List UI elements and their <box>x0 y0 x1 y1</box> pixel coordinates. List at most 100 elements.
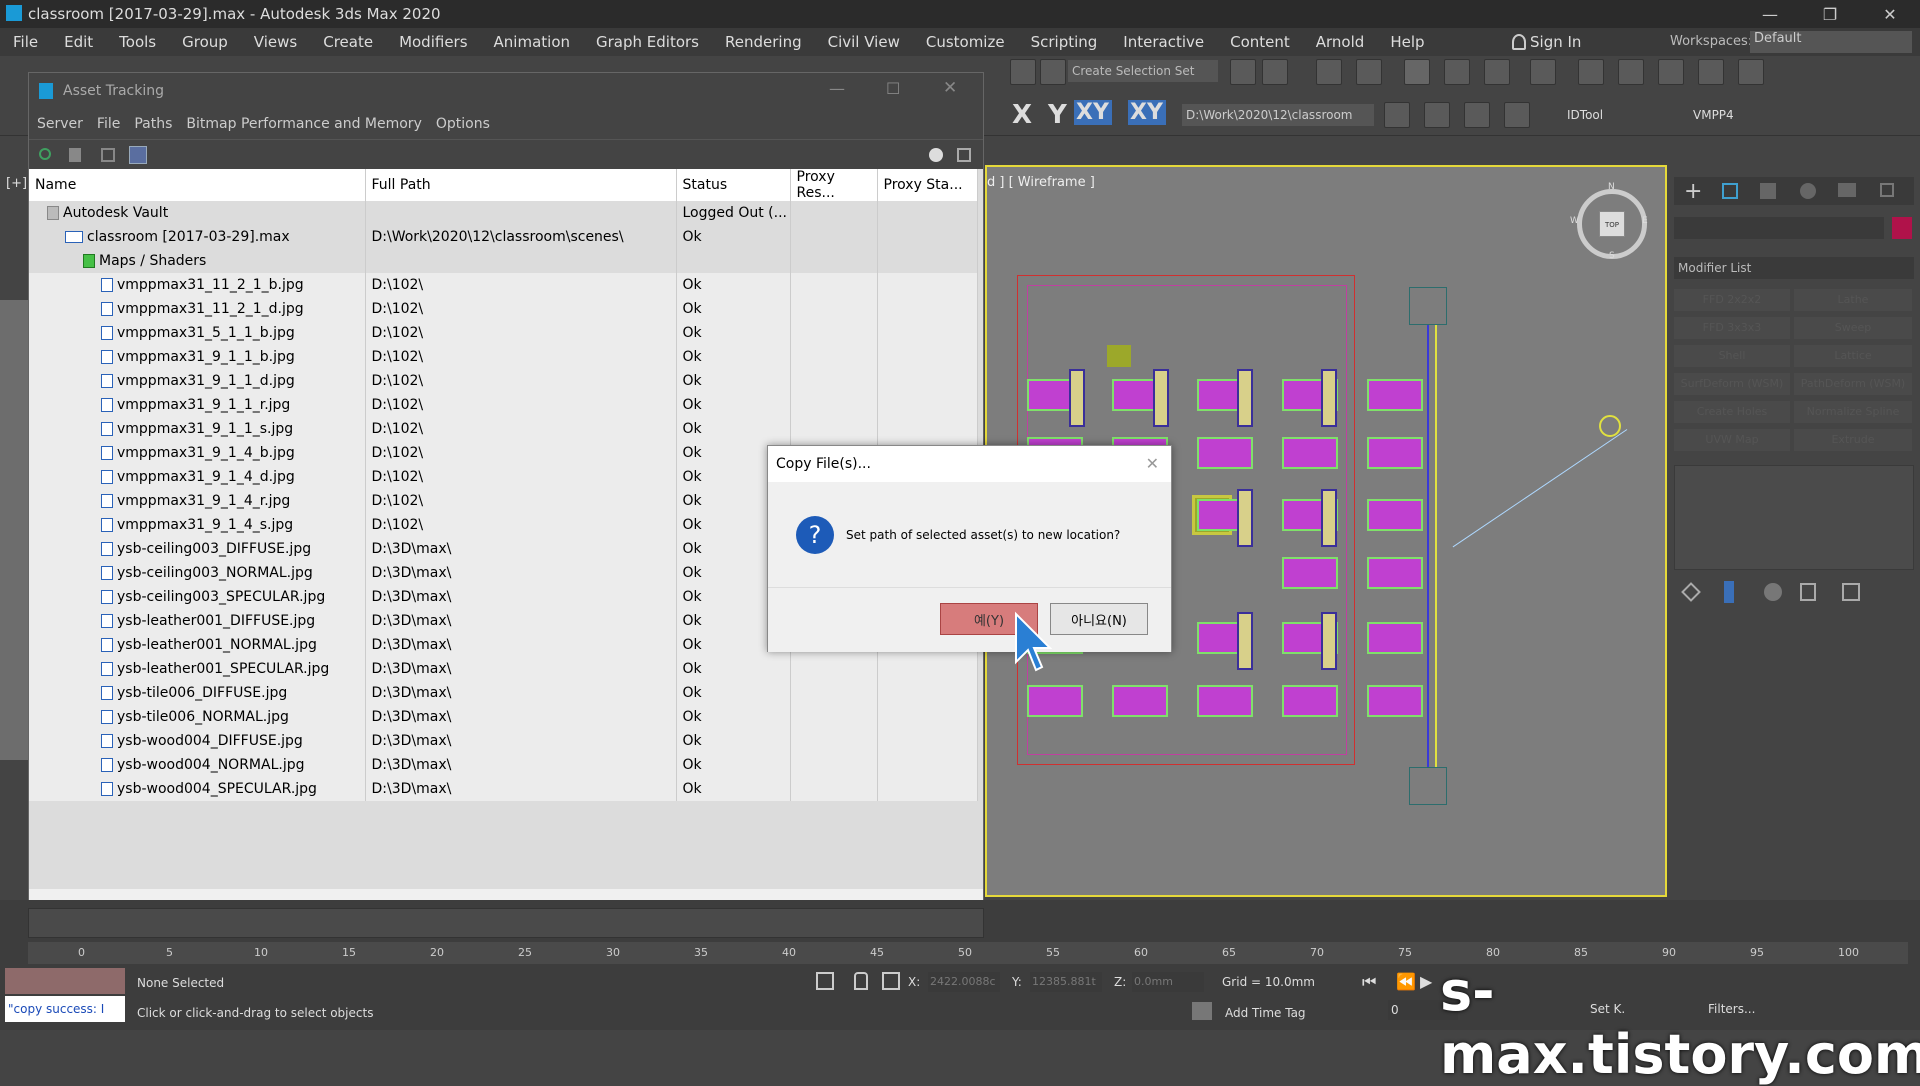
proxy-res-cell[interactable] <box>790 297 878 321</box>
col-fullpath-header[interactable]: Full Path <box>365 169 677 201</box>
table-row[interactable]: vmppmax31_5_1_1_b.jpg D:\102\ Ok <box>29 321 978 345</box>
curve-editor-icon[interactable] <box>1444 59 1470 85</box>
minimize-button[interactable]: — <box>1740 0 1800 28</box>
asset-name-cell[interactable]: vmppmax31_11_2_1_d.jpg <box>29 297 366 321</box>
proxy-status-cell[interactable] <box>877 321 978 345</box>
asset-path-cell[interactable]: D:\102\ <box>365 321 677 345</box>
vault-status-icon[interactable] <box>929 148 943 162</box>
proxy-res-cell[interactable] <box>790 417 878 441</box>
table-row[interactable]: vmppmax31_9_1_1_d.jpg D:\102\ Ok <box>29 369 978 393</box>
dialog-close-button[interactable]: ✕ <box>1146 454 1159 473</box>
asset-status-cell[interactable]: Ok <box>676 777 791 801</box>
absolute-mode-icon[interactable] <box>882 972 900 990</box>
asset-path-cell[interactable]: D:\102\ <box>365 489 677 513</box>
render-frame-icon[interactable] <box>1578 59 1604 85</box>
asset-name-cell[interactable]: ysb-leather001_NORMAL.jpg <box>29 633 366 657</box>
menu-group[interactable]: Group <box>169 33 241 51</box>
project-folder-icon[interactable] <box>1384 102 1410 128</box>
modifier-list-dropdown[interactable]: Modifier List <box>1674 257 1914 279</box>
asset-name-cell[interactable]: ysb-tile006_DIFFUSE.jpg <box>29 681 366 705</box>
asset-name-cell[interactable]: vmppmax31_11_2_1_b.jpg <box>29 273 366 297</box>
modifier-button[interactable]: Lathe <box>1794 289 1912 311</box>
asset-status-cell[interactable]: Ok <box>676 753 791 777</box>
table-row[interactable]: ysb-tile006_DIFFUSE.jpg D:\3D\max\ Ok <box>29 681 978 705</box>
menu-customize[interactable]: Customize <box>913 33 1018 51</box>
col-proxy-res-header[interactable]: Proxy Res... <box>790 169 878 201</box>
proxy-res-cell[interactable] <box>790 345 878 369</box>
table-row[interactable]: ysb-tile006_NORMAL.jpg D:\3D\max\ Ok <box>29 705 978 729</box>
asset-status-cell[interactable]: Logged Out (... <box>676 201 791 225</box>
modifier-button[interactable]: Create Holes <box>1674 401 1790 423</box>
proxy-res-cell[interactable] <box>790 393 878 417</box>
maximize-button[interactable]: ❐ <box>1800 0 1860 28</box>
render-cloud-icon[interactable] <box>1698 59 1724 85</box>
asset-name-cell[interactable]: ysb-wood004_NORMAL.jpg <box>29 753 366 777</box>
proxy-status-cell[interactable] <box>877 753 978 777</box>
proxy-res-cell[interactable] <box>790 249 878 273</box>
scene-explorer-icon[interactable] <box>1356 59 1382 85</box>
menu-file[interactable]: File <box>0 33 51 51</box>
selection-set-dropdown[interactable]: Create Selection Set <box>1068 60 1218 82</box>
menu-help[interactable]: Help <box>1377 33 1437 51</box>
table-row[interactable]: Maps / Shaders <box>29 249 978 273</box>
asset-path-cell[interactable]: D:\3D\max\ <box>365 585 677 609</box>
render-setup-icon[interactable] <box>1530 59 1556 85</box>
project-open-icon[interactable] <box>1464 102 1490 128</box>
motion-tab-icon[interactable] <box>1800 183 1816 199</box>
mirror-icon[interactable] <box>1230 59 1256 85</box>
menu-interactive[interactable]: Interactive <box>1110 33 1217 51</box>
asset-name-cell[interactable]: vmppmax31_9_1_1_r.jpg <box>29 393 366 417</box>
display-tab-icon[interactable] <box>1838 183 1856 197</box>
asset-name-cell[interactable]: ysb-ceiling003_DIFFUSE.jpg <box>29 537 366 561</box>
time-slider[interactable] <box>28 908 984 938</box>
table-row[interactable]: ysb-wood004_NORMAL.jpg D:\3D\max\ Ok <box>29 753 978 777</box>
select-object-icon[interactable] <box>1010 59 1036 85</box>
z-coord-field[interactable]: 0.0mm <box>1132 972 1204 992</box>
menu-scripting[interactable]: Scripting <box>1018 33 1111 51</box>
add-time-tag-icon[interactable] <box>1192 1002 1212 1020</box>
col-name-header[interactable]: Name <box>29 169 366 201</box>
asset-name-cell[interactable]: vmppmax31_9_1_1_b.jpg <box>29 345 366 369</box>
proxy-status-cell[interactable] <box>877 417 978 441</box>
asset-path-cell[interactable]: D:\102\ <box>365 513 677 537</box>
hierarchy-tab-icon[interactable] <box>1760 183 1776 199</box>
asset-status-cell[interactable]: Ok <box>676 225 791 249</box>
project-set-icon[interactable] <box>1504 102 1530 128</box>
maxscript-output[interactable]: "copy success: I <box>5 996 125 1022</box>
proxy-res-cell[interactable] <box>790 369 878 393</box>
asset-path-cell[interactable]: D:\3D\max\ <box>365 537 677 561</box>
proxy-res-cell[interactable] <box>790 753 878 777</box>
proxy-res-cell[interactable] <box>790 201 878 225</box>
asset-maximize-button[interactable]: ☐ <box>886 79 900 98</box>
modifier-button[interactable]: PathDeform (WSM) <box>1794 373 1912 395</box>
vmpp-label[interactable]: VMPP4 <box>1693 108 1734 122</box>
prev-frame-button[interactable]: ⏪ <box>1396 972 1416 991</box>
asset-path-cell[interactable]: D:\3D\max\ <box>365 753 677 777</box>
close-button[interactable]: ✕ <box>1860 0 1920 28</box>
modifier-stack[interactable] <box>1674 465 1914 570</box>
axis-x-button[interactable]: X <box>1012 100 1032 130</box>
asset-path-cell[interactable]: D:\102\ <box>365 369 677 393</box>
asset-close-button[interactable]: ✕ <box>943 78 957 98</box>
menu-animation[interactable]: Animation <box>481 33 583 51</box>
table-row[interactable]: vmppmax31_9_1_1_b.jpg D:\102\ Ok <box>29 345 978 369</box>
asset-name-cell[interactable]: vmppmax31_9_1_1_s.jpg <box>29 417 366 441</box>
asset-status-cell[interactable]: Ok <box>676 297 791 321</box>
proxy-status-cell[interactable] <box>877 249 978 273</box>
asset-name-cell[interactable]: vmppmax31_9_1_1_d.jpg <box>29 369 366 393</box>
table-row[interactable]: ysb-wood004_SPECULAR.jpg D:\3D\max\ Ok <box>29 777 978 801</box>
menu-civil-view[interactable]: Civil View <box>815 33 913 51</box>
asset-menu-server[interactable]: Server <box>37 116 83 132</box>
menu-content[interactable]: Content <box>1217 33 1303 51</box>
remove-modifier-icon[interactable] <box>1800 583 1816 601</box>
asset-status-cell[interactable]: Ok <box>676 657 791 681</box>
asset-menu-options[interactable]: Options <box>436 116 490 132</box>
asset-path-cell[interactable]: D:\3D\max\ <box>365 633 677 657</box>
asset-name-cell[interactable]: vmppmax31_9_1_4_s.jpg <box>29 513 366 537</box>
asset-path-cell[interactable]: D:\Work\2020\12\classroom\scenes\ <box>365 225 677 249</box>
table-row[interactable]: vmppmax31_9_1_1_r.jpg D:\102\ Ok <box>29 393 978 417</box>
table-row[interactable]: Autodesk Vault Logged Out (... <box>29 201 978 225</box>
asset-name-cell[interactable]: vmppmax31_9_1_4_b.jpg <box>29 441 366 465</box>
axis-xy-button[interactable]: XY <box>1074 100 1112 125</box>
material-editor-icon[interactable] <box>1484 59 1510 85</box>
